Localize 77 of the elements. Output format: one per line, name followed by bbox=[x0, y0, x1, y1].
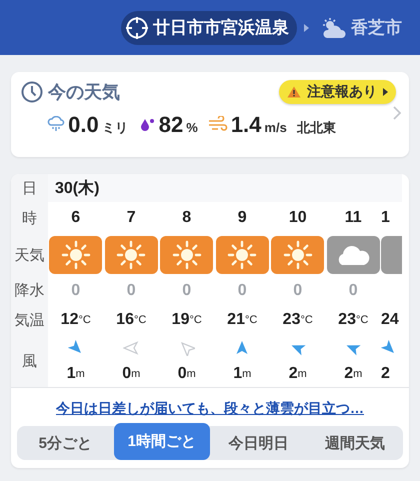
location-tab[interactable]: 廿日市市宮浜温泉 bbox=[121, 10, 297, 44]
temperature-unit: °C bbox=[356, 314, 368, 326]
chevron-icon bbox=[393, 106, 401, 120]
arrow-icon bbox=[303, 22, 311, 32]
rain-unit: ミリ bbox=[102, 119, 128, 137]
sun-icon bbox=[116, 240, 146, 270]
precipitation-value: 0 bbox=[238, 282, 247, 300]
partly-cloudy-icon bbox=[321, 16, 347, 38]
warning-icon bbox=[287, 86, 301, 98]
hour-label: 7 bbox=[126, 209, 136, 227]
temperature-value: 19 bbox=[172, 311, 190, 329]
wind-speed: 2 bbox=[288, 364, 298, 382]
hour-label: 1 bbox=[381, 209, 390, 227]
hour-label: 6 bbox=[71, 209, 80, 227]
temperature-value: 21 bbox=[227, 311, 245, 329]
section-title: 今の天気 bbox=[48, 81, 120, 104]
temperature-unit: °C bbox=[189, 314, 202, 326]
temperature-unit: °C bbox=[78, 314, 91, 326]
rain-value: 0.0 bbox=[68, 112, 99, 138]
wind-speed: 2 bbox=[381, 364, 390, 382]
view-tab[interactable]: 1時間ごと bbox=[114, 423, 210, 460]
humidity-value: 82 bbox=[158, 112, 184, 138]
hour-label: 9 bbox=[238, 209, 247, 227]
wind-unit: m bbox=[353, 368, 362, 380]
clock-icon bbox=[21, 81, 43, 103]
temperature-unit: °C bbox=[300, 314, 313, 326]
wind-speed: 0 bbox=[122, 364, 132, 382]
rain-cloud-icon bbox=[47, 116, 66, 132]
row-label: 天気 bbox=[14, 246, 44, 264]
temperature-value: 16 bbox=[116, 311, 134, 329]
wind-icon bbox=[208, 116, 228, 132]
wind-speed: 1 bbox=[233, 364, 242, 382]
wind-unit: m bbox=[298, 368, 307, 380]
row-label: 時 bbox=[22, 208, 37, 228]
temperature-value: 23 bbox=[338, 311, 356, 329]
row-label: 降水 bbox=[14, 281, 44, 300]
row-label: 日 bbox=[22, 178, 37, 198]
wind-speed: 0 bbox=[178, 364, 187, 382]
wind-value: 1.4 bbox=[230, 112, 262, 138]
hour-label: 11 bbox=[344, 209, 362, 227]
arrow-icon bbox=[383, 88, 388, 96]
wind-unit: m bbox=[242, 368, 252, 380]
temperature-value: 24 bbox=[381, 311, 399, 329]
wind-speed: 2 bbox=[344, 364, 354, 382]
hour-label: 10 bbox=[288, 209, 307, 227]
row-label: 風 bbox=[22, 352, 37, 370]
precipitation-value: 0 bbox=[348, 282, 358, 300]
view-tab[interactable]: 5分ごと bbox=[17, 426, 114, 460]
crosshair-icon bbox=[125, 16, 149, 40]
precipitation-value: 0 bbox=[293, 282, 302, 300]
temperature-unit: °C bbox=[134, 314, 146, 326]
sun-icon bbox=[172, 240, 202, 270]
sun-icon bbox=[282, 240, 313, 270]
forecast-link[interactable]: 今日は日差しが届いても、段々と薄雲が目立つ… bbox=[56, 400, 364, 418]
alert-badge[interactable]: 注意報あり bbox=[279, 80, 396, 104]
wind-unit: m bbox=[186, 368, 196, 380]
wind-unit: m bbox=[131, 368, 140, 380]
humidity-unit: % bbox=[186, 120, 198, 135]
view-tab[interactable]: 今日明日 bbox=[210, 426, 306, 460]
precipitation-value: 0 bbox=[71, 282, 80, 300]
sun-icon bbox=[227, 240, 258, 270]
date-label: 30(木) bbox=[55, 178, 100, 198]
cloud-icon bbox=[336, 243, 370, 267]
view-tab[interactable]: 週間天気 bbox=[306, 426, 403, 460]
temperature-value: 23 bbox=[282, 311, 300, 329]
precipitation-value: 0 bbox=[182, 282, 192, 300]
wind-direction: 北北東 bbox=[296, 119, 336, 137]
location-tab[interactable]: 香芝市 bbox=[317, 11, 410, 44]
wind-unit: m/s bbox=[264, 120, 287, 135]
row-label: 気温 bbox=[14, 310, 44, 330]
wind-speed: 1 bbox=[66, 364, 76, 382]
hour-label: 8 bbox=[182, 209, 192, 227]
sun-icon bbox=[60, 240, 91, 270]
wind-unit: m bbox=[76, 368, 85, 380]
precipitation-value: 0 bbox=[126, 282, 136, 300]
temperature-unit: °C bbox=[244, 314, 258, 326]
temperature-value: 12 bbox=[60, 311, 78, 329]
